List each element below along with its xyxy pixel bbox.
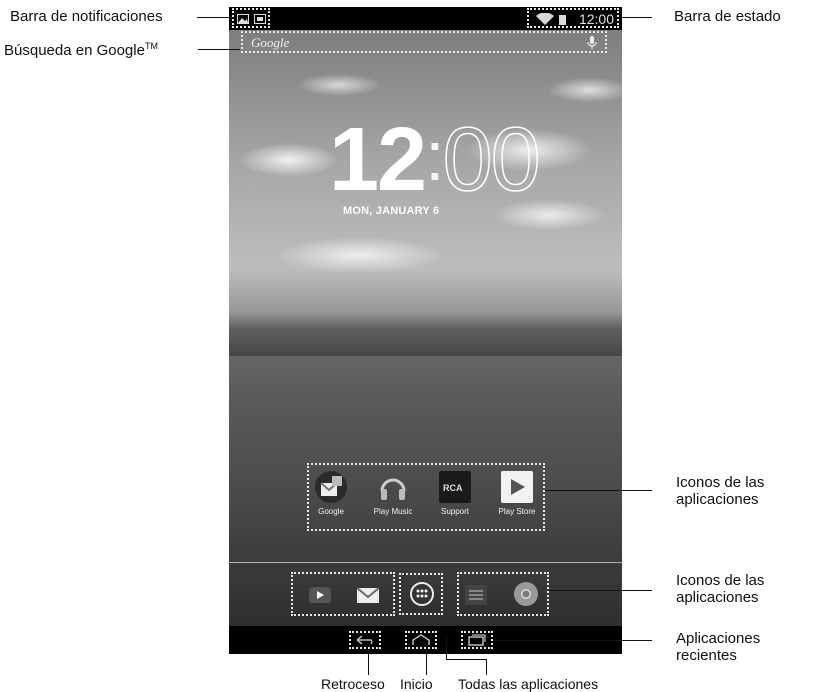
callout-app-icons-2: Iconos de las aplicaciones — [676, 572, 764, 607]
status-bar[interactable]: 12:00 — [527, 8, 619, 28]
callout-line — [446, 659, 486, 660]
callout-recent-apps-line2: recientes — [676, 647, 737, 665]
rca-icon: RCA — [439, 471, 471, 503]
callout-line — [620, 17, 652, 18]
clock-colon: : — [425, 117, 445, 195]
app-label: Google — [318, 507, 344, 516]
date-label: MON, JANUARY 6 — [343, 205, 440, 217]
phone-screen: 12:00 Google 12:00 MON, JANUARY 6 Google… — [229, 7, 622, 654]
clock-widget[interactable]: 12:00 — [329, 114, 541, 206]
callout-line — [545, 490, 652, 491]
callout-line — [368, 649, 369, 675]
callout-home: Inicio — [400, 676, 433, 692]
notification-icons[interactable] — [232, 8, 270, 28]
callout-google-search: Búsqueda en GoogleTM — [4, 41, 158, 59]
callout-app-icons-2-line1: Iconos de las — [676, 572, 765, 589]
home-button[interactable] — [405, 631, 437, 649]
wifi-icon — [536, 13, 554, 25]
callout-google-search-tm: TM — [144, 41, 158, 51]
callout-back: Retroceso — [321, 676, 385, 692]
callout-notification-bar: Barra de notificaciones — [10, 8, 163, 25]
dock-divider — [229, 562, 622, 563]
clock-hour: 12 — [329, 110, 427, 210]
clock-minutes: 00 — [442, 110, 542, 210]
chrome-icon[interactable] — [513, 581, 539, 607]
app-label: Play Store — [498, 507, 536, 516]
callout-line — [486, 659, 487, 675]
back-button[interactable] — [349, 631, 381, 649]
settings-icon[interactable] — [465, 585, 487, 605]
back-icon — [356, 635, 373, 645]
recent-apps-icon — [468, 634, 486, 646]
all-apps-icon — [410, 582, 434, 606]
youtube-icon[interactable] — [309, 585, 331, 605]
app-play-music[interactable]: Play Music — [365, 471, 421, 516]
callout-line — [549, 590, 652, 591]
gmail-icon[interactable] — [357, 585, 379, 605]
image-icon — [254, 14, 266, 24]
callout-app-icons-1-line2: aplicaciones — [676, 491, 759, 509]
callout-line — [426, 649, 427, 675]
app-icons-group: Google Play Music RCA Support Play Store — [307, 463, 545, 531]
callout-recent-apps-line1: Aplicaciones — [676, 630, 761, 647]
callout-app-icons-1: Iconos de las aplicaciones — [676, 474, 764, 509]
callout-all-apps: Todas las aplicaciones — [458, 676, 599, 692]
google-search-bar[interactable]: Google — [241, 31, 607, 53]
callout-line — [198, 49, 240, 50]
callout-app-icons-1-line1: Iconos de las — [676, 474, 765, 491]
status-time: 12:00 — [578, 11, 614, 27]
app-google[interactable]: Google — [303, 471, 359, 516]
callout-line — [446, 635, 447, 659]
home-icon — [412, 634, 430, 645]
recent-apps-button[interactable] — [461, 631, 493, 649]
callout-line — [493, 640, 652, 641]
app-play-store[interactable]: Play Store — [489, 471, 545, 516]
callout-recent-apps: Aplicaciones recientes — [676, 630, 760, 665]
play-store-icon — [501, 471, 533, 503]
dock-left-group — [291, 572, 395, 616]
microphone-icon[interactable] — [587, 36, 597, 50]
callout-line — [197, 17, 231, 18]
callout-google-search-text: Búsqueda en Google — [4, 42, 145, 59]
battery-icon — [559, 15, 566, 25]
callout-app-icons-2-line2: aplicaciones — [676, 589, 759, 607]
google-folder-icon — [315, 471, 347, 503]
picture-icon — [237, 14, 249, 24]
callout-status-bar: Barra de estado — [674, 8, 781, 25]
app-support[interactable]: RCA Support — [427, 471, 483, 516]
svg-text:RCA: RCA — [443, 483, 463, 493]
app-label: Play Music — [373, 507, 413, 516]
headphones-icon — [377, 471, 409, 503]
search-placeholder: Google — [251, 35, 290, 50]
app-label: Support — [440, 507, 470, 516]
